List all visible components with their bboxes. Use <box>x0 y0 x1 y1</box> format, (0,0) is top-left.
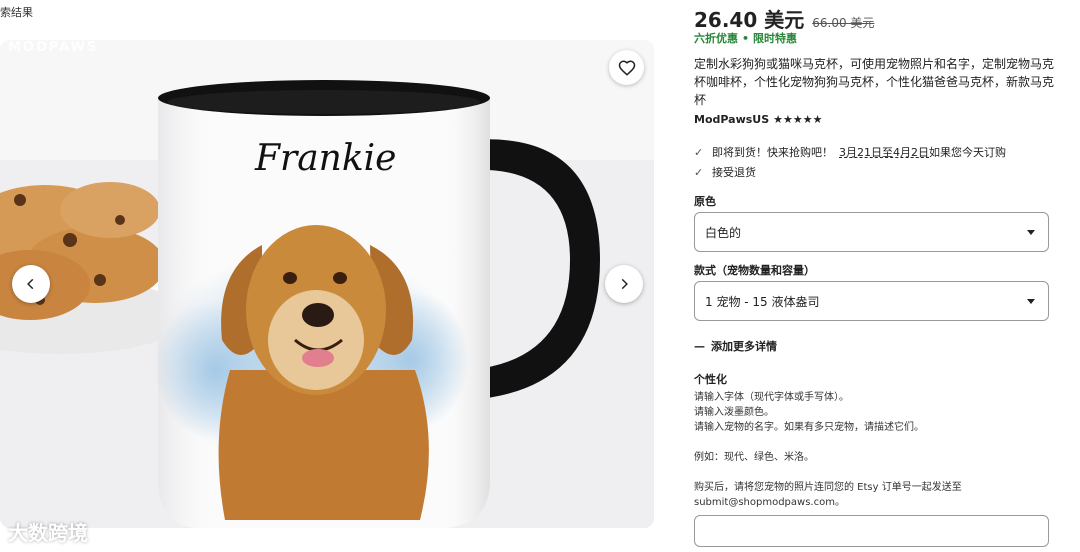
chevron-down-icon <box>1027 299 1035 304</box>
minus-icon: — <box>694 339 705 353</box>
chevron-left-icon <box>27 278 34 290</box>
product-photo <box>0 40 654 528</box>
sale-price: 26.40 美元 <box>694 8 805 32</box>
shop-info: ModPawsUS ★★★★★ <box>694 113 822 126</box>
instruction-email: submit@shopmodpaws.com。 <box>694 497 845 508</box>
heart-icon <box>618 59 635 76</box>
instruction-line: 请输入泼墨颜色。 <box>694 407 774 418</box>
promo-badge: 六折优惠 • 限时特惠 <box>694 30 797 46</box>
delivery-suffix: 如果您今天订购 <box>929 146 1006 159</box>
style-select[interactable]: 1 宠物 - 15 液体盎司 <box>694 281 1049 321</box>
mug-name-text: Frankie <box>255 138 397 179</box>
instruction-line: 请输入宠物的名字。如果有多只宠物，请描述它们。 <box>694 422 924 433</box>
price-row: 26.40 美元 66.00 美元 <box>694 4 874 33</box>
color-select[interactable]: 白色的 <box>694 212 1049 252</box>
site-logo: 大数跨境 <box>8 521 88 545</box>
promo-limited: 限时特惠 <box>753 32 798 45</box>
style-selected-value: 1 宠物 - 15 液体盎司 <box>705 294 820 309</box>
instruction-line: 请输入字体（现代字体或手写体）。 <box>694 392 849 403</box>
check-icon: ✓ <box>694 145 704 159</box>
returns-text: 接受退货 <box>712 166 756 179</box>
add-more-details-toggle[interactable]: — 添加更多详情 <box>694 338 777 354</box>
product-title: 定制水彩狗狗或猫咪马克杯，可使用宠物照片和名字，定制宠物马克杯咖啡杯，个性化宠物… <box>694 57 1055 107</box>
brand-watermark: MODPAWS <box>8 40 99 55</box>
previous-image-button[interactable] <box>12 265 50 303</box>
instruction-after-purchase: 购买后，请将您宠物的照片连同您的 Etsy 订单号一起发送至 <box>694 482 962 493</box>
add-more-details-label: 添加更多详情 <box>711 340 777 353</box>
delivery-prefix: 即将到货！快来抢购吧！ <box>712 146 833 159</box>
color-selected-value: 白色的 <box>705 225 742 240</box>
promo-discount: 六折优惠 <box>694 32 738 45</box>
shop-name-link[interactable]: ModPawsUS <box>694 113 769 126</box>
check-icon: ✓ <box>694 165 704 179</box>
personalization-textarea[interactable] <box>694 515 1049 547</box>
color-label: 原色 <box>694 195 716 208</box>
product-page: 索结果 Frankie MODPAWS 大数跨境 26.40 美元 66.00 … <box>0 0 1080 552</box>
chevron-down-icon <box>1027 230 1035 235</box>
returns-perk: ✓ 接受退货 <box>694 162 1006 182</box>
rating-stars[interactable]: ★★★★★ <box>773 113 822 126</box>
promo-dot: • <box>742 32 750 45</box>
delivery-dates[interactable]: 3月21日至4月2日 <box>839 144 929 160</box>
original-price: 66.00 美元 <box>812 16 875 30</box>
style-label: 款式（宠物数量和容量） <box>694 264 815 277</box>
favorite-button[interactable] <box>609 50 644 85</box>
chevron-right-icon <box>621 278 628 290</box>
breadcrumb[interactable]: 索结果 <box>0 4 33 20</box>
product-image-gallery[interactable]: Frankie <box>0 40 654 528</box>
instruction-example: 例如：现代、绿色、米洛。 <box>694 452 814 463</box>
perks-list: ✓ 即将到货！快来抢购吧！ 3月21日至4月2日 如果您今天订购 ✓ 接受退货 <box>694 142 1006 182</box>
personalization-instructions: 请输入字体（现代字体或手写体）。 请输入泼墨颜色。 请输入宠物的名字。如果有多只… <box>694 390 1054 510</box>
delivery-perk: ✓ 即将到货！快来抢购吧！ 3月21日至4月2日 如果您今天订购 <box>694 142 1006 162</box>
next-image-button[interactable] <box>605 265 643 303</box>
personalization-title: 个性化 <box>694 373 727 386</box>
